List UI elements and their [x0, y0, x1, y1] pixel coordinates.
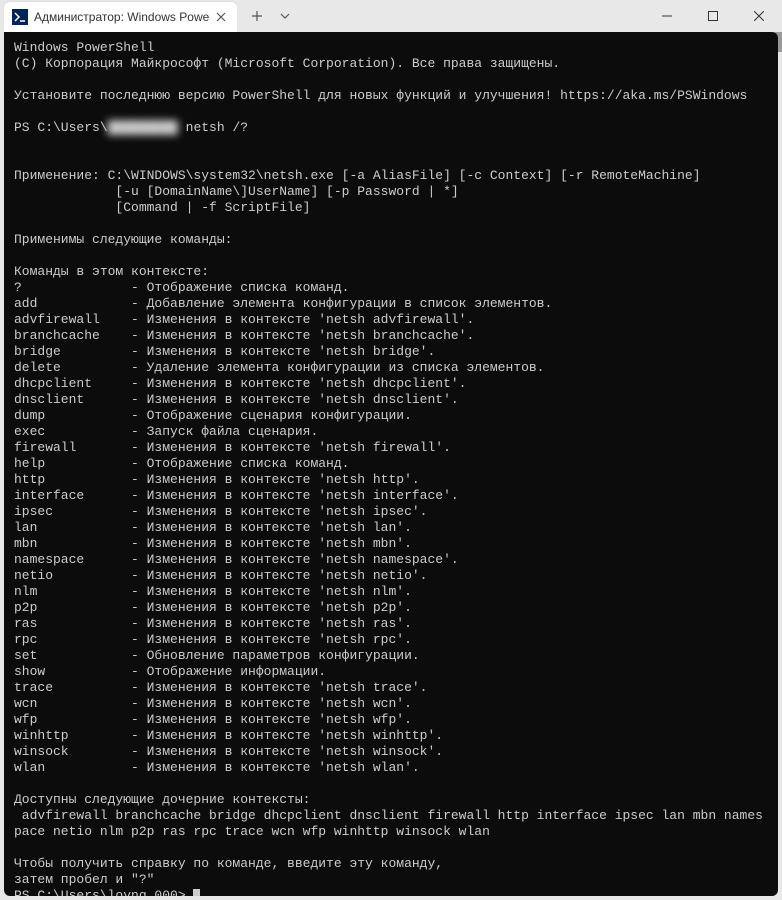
maximize-button[interactable]	[690, 0, 736, 32]
tab-close-button[interactable]	[213, 9, 229, 25]
powershell-icon	[12, 9, 28, 25]
tab[interactable]: Администратор: Windows Powe	[4, 2, 237, 32]
tab-title: Администратор: Windows Powe	[34, 10, 209, 24]
title-bar: Администратор: Windows Powe	[0, 0, 782, 32]
terminal-output: Windows PowerShell (C) Корпорация Майкро…	[14, 40, 768, 896]
close-button[interactable]	[736, 0, 782, 32]
cursor	[193, 889, 200, 896]
tab-dropdown-button[interactable]	[271, 2, 299, 30]
terminal[interactable]: Windows PowerShell (C) Корпорация Майкро…	[4, 32, 778, 896]
window-controls	[644, 0, 782, 32]
tab-actions	[243, 2, 299, 30]
new-tab-button[interactable]	[243, 2, 271, 30]
minimize-button[interactable]	[644, 0, 690, 32]
